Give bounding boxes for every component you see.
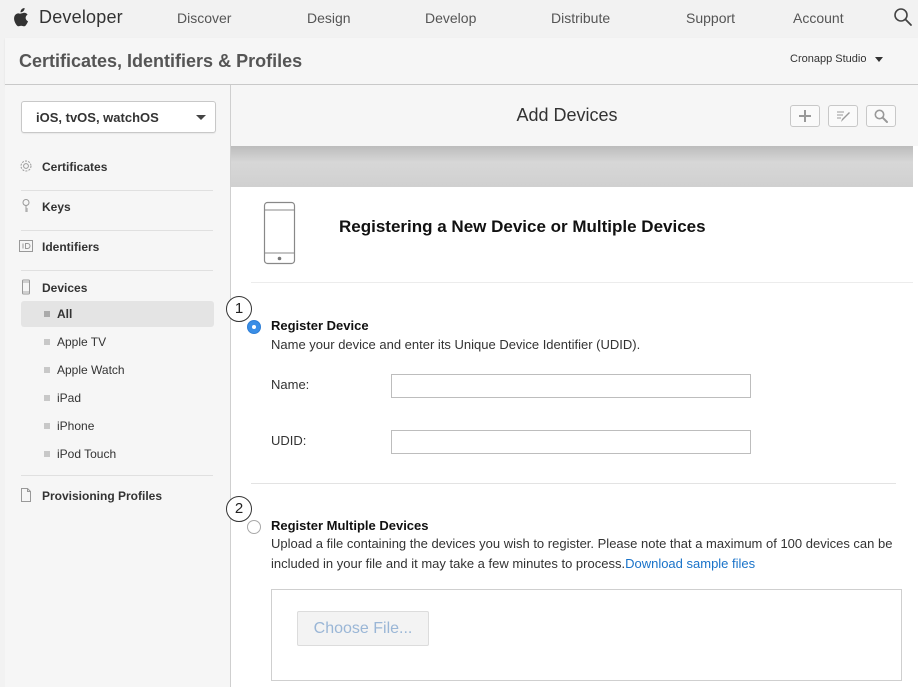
register-multiple-title[interactable]: Register Multiple Devices: [271, 518, 429, 533]
bullet-icon: [44, 395, 50, 401]
radio-register-device[interactable]: [247, 320, 261, 334]
sidebar-subitem-label: Apple Watch: [57, 363, 125, 377]
sidebar-item-provisioning-profiles[interactable]: Provisioning Profiles: [19, 485, 215, 507]
certificate-icon: [20, 160, 32, 172]
document-icon: [21, 488, 31, 502]
sidebar-subitem-ipod-touch[interactable]: iPod Touch: [21, 441, 214, 467]
divider: [21, 230, 213, 231]
sidebar-subitem-apple-watch[interactable]: Apple Watch: [21, 357, 214, 383]
download-sample-link[interactable]: Download sample files: [625, 556, 755, 571]
search-icon: [874, 109, 888, 123]
sidebar-subitem-label: iPad: [57, 391, 82, 405]
sidebar-subitem-ipad[interactable]: iPad: [21, 385, 214, 411]
iphone-icon: [263, 201, 296, 265]
name-field[interactable]: [391, 374, 751, 398]
divider: [21, 475, 213, 476]
key-icon: [22, 199, 30, 212]
sidebar-subitem-label: iPhone: [57, 419, 95, 433]
bullet-icon: [44, 367, 50, 373]
bullet-icon: [44, 339, 50, 345]
bullet-icon: [44, 451, 50, 457]
bullet-icon: [44, 311, 50, 317]
register-multiple-description: Upload a file containing the devices you…: [271, 534, 903, 574]
edit-button[interactable]: [828, 105, 858, 127]
sidebar-subitem-label: iPod Touch: [57, 447, 117, 461]
sidebar-item-certificates[interactable]: Certificates: [19, 156, 215, 178]
divider: [251, 483, 896, 484]
register-device-description: Name your device and enter its Unique De…: [271, 337, 641, 352]
sidebar-subitem-label: All: [57, 307, 73, 321]
register-multiple-text: Upload a file containing the devices you…: [271, 536, 893, 571]
platform-select[interactable]: iOS, tvOS, watchOS: [21, 101, 216, 133]
divider: [21, 270, 213, 271]
sidebar-subitem-apple-tv[interactable]: Apple TV: [21, 329, 214, 355]
edit-icon: [837, 111, 850, 122]
step-number-2: 2: [226, 496, 252, 522]
platform-select-label: iOS, tvOS, watchOS: [36, 110, 159, 125]
sidebar: iOS, tvOS, watchOS Certificates Keys Ide…: [5, 85, 231, 687]
brand-developer[interactable]: Developer: [39, 7, 123, 28]
udid-field[interactable]: [391, 430, 751, 454]
device-icon: [22, 279, 30, 295]
id-icon: [19, 240, 33, 252]
sidebar-subitem-iphone[interactable]: iPhone: [21, 413, 214, 439]
register-device-title[interactable]: Register Device: [271, 318, 369, 333]
nav-develop[interactable]: Develop: [425, 10, 476, 26]
udid-label: UDID:: [271, 433, 307, 448]
nav-discover[interactable]: Discover: [177, 10, 231, 26]
nav-distribute[interactable]: Distribute: [551, 10, 610, 26]
divider: [251, 282, 913, 283]
apple-logo-icon[interactable]: [12, 7, 30, 27]
content-header: Add Devices: [231, 85, 918, 146]
global-nav: Developer Discover Design Develop Distri…: [0, 0, 918, 36]
sidebar-item-keys[interactable]: Keys: [19, 196, 215, 218]
sidebar-item-label: Provisioning Profiles: [42, 489, 163, 503]
page-header: Certificates, Identifiers & Profiles Cro…: [5, 38, 918, 85]
nav-design[interactable]: Design: [307, 10, 351, 26]
nav-account[interactable]: Account: [793, 10, 844, 26]
divider: [21, 190, 213, 191]
sidebar-item-label: Certificates: [42, 160, 108, 174]
sidebar-subitem-label: Apple TV: [57, 335, 107, 349]
plus-icon: [799, 110, 811, 122]
sidebar-item-label: Keys: [42, 200, 71, 214]
add-button[interactable]: [790, 105, 820, 127]
nav-support[interactable]: Support: [686, 10, 735, 26]
step-number-1: 1: [226, 296, 252, 322]
sidebar-subitem-all[interactable]: All: [21, 301, 214, 327]
section-title: Registering a New Device or Multiple Dev…: [339, 217, 706, 236]
chevron-down-icon: [196, 115, 206, 120]
sidebar-item-identifiers[interactable]: Identifiers: [19, 236, 215, 258]
file-upload-area: Choose File...: [271, 589, 902, 681]
search-icon[interactable]: [893, 7, 913, 27]
toolbar-band: [231, 146, 913, 187]
choose-file-button[interactable]: Choose File...: [297, 611, 429, 646]
sidebar-item-label: Devices: [42, 281, 88, 295]
bullet-icon: [44, 423, 50, 429]
chevron-down-icon[interactable]: [875, 57, 883, 62]
sidebar-item-devices[interactable]: Devices: [19, 277, 215, 299]
search-button[interactable]: [866, 105, 896, 127]
main-content: Add Devices Registering a New Device or …: [226, 85, 918, 687]
radio-register-multiple[interactable]: [247, 520, 261, 534]
sidebar-item-label: Identifiers: [42, 240, 100, 254]
name-label: Name:: [271, 377, 310, 392]
page-title: Certificates, Identifiers & Profiles: [19, 51, 303, 71]
team-selector[interactable]: Cronapp Studio: [790, 53, 866, 65]
